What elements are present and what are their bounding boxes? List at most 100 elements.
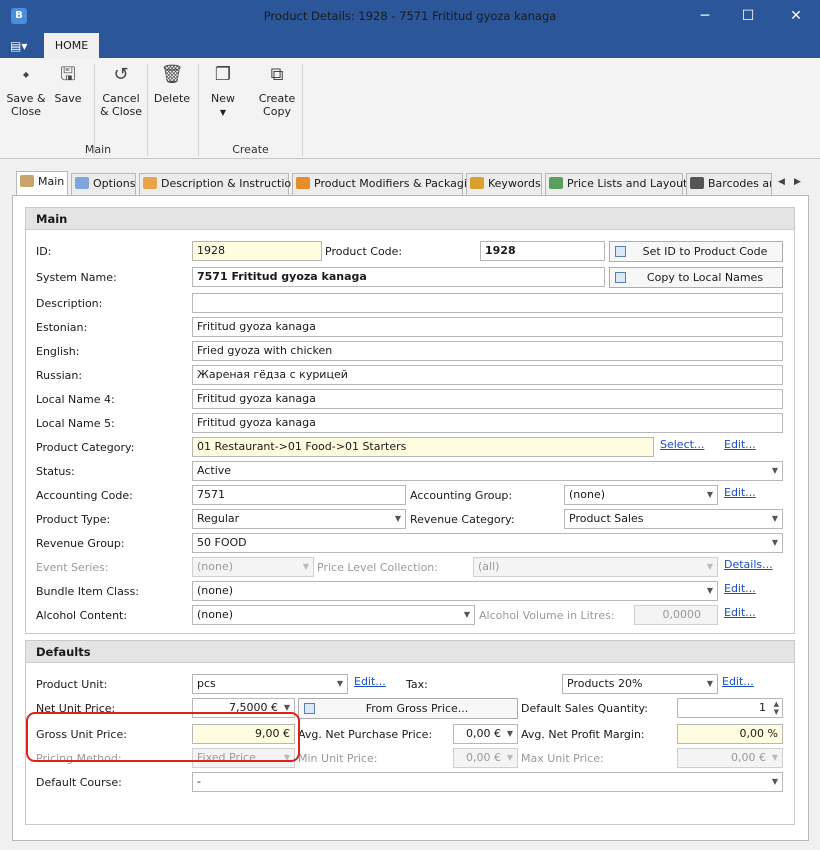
russian-label: Russian: — [36, 369, 83, 382]
tab-home[interactable]: HOME — [44, 33, 99, 58]
cancel-close-button[interactable]: ↺ Cancel & Close — [99, 64, 143, 118]
product-code-field[interactable]: 1928 — [480, 241, 605, 261]
new-document-icon: ❐ — [214, 64, 232, 85]
ribbon-tab-strip — [0, 33, 820, 58]
edit-alcohol-link[interactable]: Edit... — [724, 606, 756, 619]
tab-scroll-right-icon[interactable]: ▶ — [794, 177, 801, 187]
details-link[interactable]: Details... — [724, 558, 773, 571]
main-tab-icon — [20, 175, 34, 187]
default-sales-quantity-label: Default Sales Quantity: — [521, 702, 648, 715]
avg-net-profit-margin-label: Avg. Net Profit Margin: — [521, 728, 645, 741]
product-code-label: Product Code: — [325, 245, 403, 258]
ribbon-group-main: Main — [84, 143, 112, 156]
accounting-code-field[interactable]: 7571 — [192, 485, 406, 505]
edit-tax-link[interactable]: Edit... — [722, 675, 754, 688]
delete-button[interactable]: 🗑 Delete — [151, 64, 193, 105]
min-unit-price-field[interactable]: 0,00 € ▼ — [453, 748, 518, 768]
accounting-group-select[interactable]: (none) ▼ — [564, 485, 718, 505]
description-field[interactable] — [192, 293, 783, 313]
barcode-icon — [690, 177, 704, 189]
copy-local-names-button[interactable]: Copy to Local Names — [609, 267, 783, 288]
tab-main[interactable]: Main — [16, 171, 68, 196]
english-field[interactable]: Fried gyoza with chicken — [192, 341, 783, 361]
chevron-down-icon: ▼ — [394, 514, 401, 523]
chevron-down-icon: ▼ — [219, 108, 227, 117]
tab-barcodes[interactable]: Barcodes and — [686, 173, 772, 195]
estonian-field[interactable]: Frititud gyoza kanaga — [192, 317, 783, 337]
chevron-down-icon: ▼ — [302, 562, 309, 571]
product-unit-select[interactable]: pcs ▼ — [192, 674, 348, 694]
chevron-down-icon: ▼ — [336, 679, 343, 688]
package-icon — [296, 177, 310, 189]
bundle-item-class-label: Bundle Item Class: — [36, 585, 139, 598]
save-close-button[interactable]: ⬩ Save & Close — [4, 64, 48, 118]
id-label: ID: — [36, 245, 52, 258]
local-name-4-label: Local Name 4: — [36, 393, 115, 406]
max-unit-price-field[interactable]: 0,00 € ▼ — [677, 748, 783, 768]
local-name-4-field[interactable]: Frititud gyoza kanaga — [192, 389, 783, 409]
event-series-select[interactable]: (none) ▼ — [192, 557, 314, 577]
alcohol-content-select[interactable]: (none) ▼ — [192, 605, 475, 625]
alcohol-volume-label: Alcohol Volume in Litres: — [479, 609, 615, 622]
copy-icon — [615, 272, 626, 283]
alcohol-content-label: Alcohol Content: — [36, 609, 128, 622]
avg-net-purchase-price-field[interactable]: 0,00 € ▼ — [453, 724, 518, 744]
chevron-down-icon: ▼ — [771, 753, 778, 762]
new-button[interactable]: ❐ New ▼ — [204, 64, 242, 119]
product-category-field[interactable]: 01 Restaurant->01 Food->01 Starters — [192, 437, 654, 457]
status-select[interactable]: Active ▼ — [192, 461, 783, 481]
minimize-button[interactable]: ─ — [682, 0, 728, 33]
defaults-group-header: Defaults — [26, 641, 794, 663]
estonian-label: Estonian: — [36, 321, 88, 334]
revenue-group-select[interactable]: 50 FOOD ▼ — [192, 533, 783, 553]
save-close-icon: ⬩ — [22, 64, 30, 85]
chevron-down-icon: ▼ — [706, 490, 713, 499]
avg-net-profit-margin-field[interactable]: 0,00 % — [677, 724, 783, 744]
tab-description[interactable]: Description & Instructions — [139, 173, 304, 195]
spinner-icon[interactable]: ▲ ▼ — [774, 700, 779, 716]
edit-unit-link[interactable]: Edit... — [354, 675, 386, 688]
system-name-field[interactable]: 7571 Frititud gyoza kanaga — [192, 267, 605, 287]
close-button[interactable]: ✕ — [773, 0, 819, 33]
event-series-label: Event Series: — [36, 561, 109, 574]
tax-select[interactable]: Products 20% ▼ — [562, 674, 718, 694]
price-level-collection-select[interactable]: (all) ▼ — [473, 557, 718, 577]
maximize-button[interactable]: ☐ — [725, 0, 771, 33]
tab-modifiers[interactable]: Product Modifiers & Packaging — [292, 173, 481, 195]
set-id-button[interactable]: Set ID to Product Code — [609, 241, 783, 262]
ribbon-group-create: Create — [232, 143, 269, 156]
edit-category-link[interactable]: Edit... — [724, 438, 756, 451]
app-menu-icon[interactable]: ▤▾ — [10, 38, 32, 54]
description-icon — [143, 177, 157, 189]
edit-accounting-group-link[interactable]: Edit... — [724, 486, 756, 499]
chevron-down-icon: ▼ — [706, 586, 713, 595]
max-unit-price-label: Max Unit Price: — [521, 752, 604, 765]
id-field[interactable]: 1928 — [192, 241, 322, 261]
edit-bundle-link[interactable]: Edit... — [724, 582, 756, 595]
local-name-5-field[interactable]: Frititud gyoza kanaga — [192, 413, 783, 433]
product-type-select[interactable]: Regular ▼ — [192, 509, 406, 529]
save-button[interactable]: 🖫 Save — [50, 64, 86, 105]
from-gross-price-button[interactable]: From Gross Price... — [298, 698, 518, 719]
ribbon-separator — [302, 64, 303, 156]
chevron-down-icon: ▼ — [771, 514, 778, 523]
russian-field[interactable]: Жареная гёдза с курицей — [192, 365, 783, 385]
revenue-group-label: Revenue Group: — [36, 537, 125, 550]
min-unit-price-label: Min Unit Price: — [298, 752, 378, 765]
chevron-down-icon: ▼ — [706, 562, 713, 571]
alcohol-volume-field[interactable]: 0,0000 — [634, 605, 718, 625]
select-category-link[interactable]: Select... — [660, 438, 704, 451]
revenue-category-select[interactable]: Product Sales ▼ — [564, 509, 783, 529]
default-sales-quantity-field[interactable]: 1 ▲ ▼ — [677, 698, 783, 718]
create-copy-button[interactable]: ⧉ Create Copy — [253, 64, 301, 118]
calculator-icon — [304, 703, 315, 714]
tab-price-lists[interactable]: Price Lists and Layouts — [545, 173, 693, 195]
accounting-group-label: Accounting Group: — [410, 489, 513, 502]
bundle-item-class-select[interactable]: (none) ▼ — [192, 581, 718, 601]
tab-scroll-left-icon[interactable]: ◀ — [778, 177, 785, 187]
main-group-header: Main — [26, 208, 794, 230]
tab-keywords[interactable]: Keywords — [466, 173, 542, 195]
default-course-select[interactable]: - ▼ — [192, 772, 783, 792]
tab-options[interactable]: Options — [71, 173, 136, 195]
chevron-down-icon: ▼ — [506, 753, 513, 762]
